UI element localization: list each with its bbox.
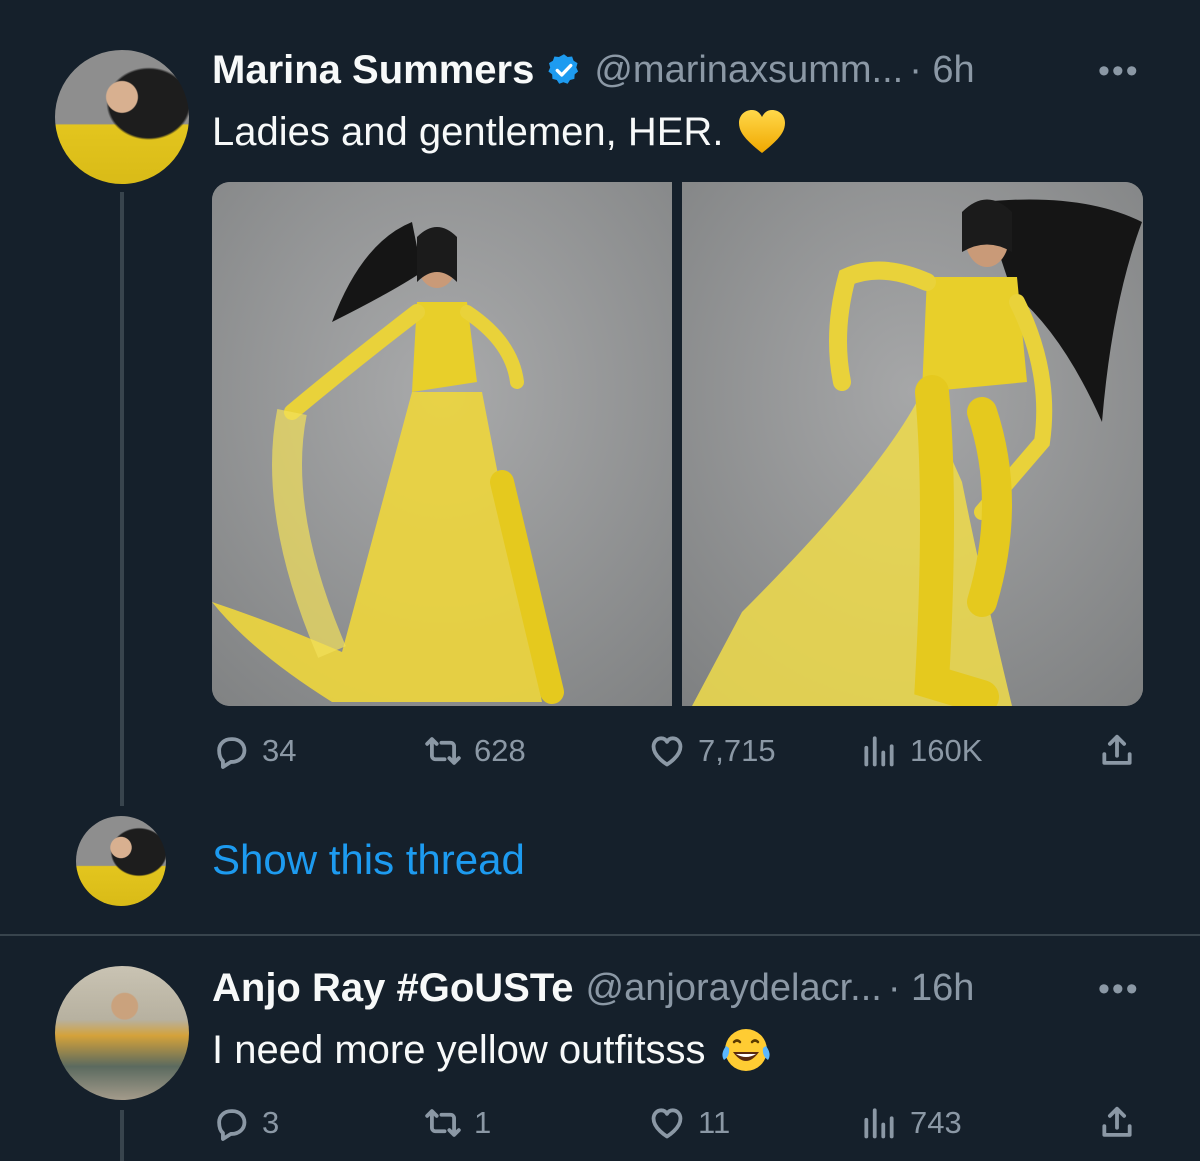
like-icon (651, 1108, 683, 1139)
share-button[interactable] (1098, 732, 1136, 770)
more-options-icon[interactable]: ••• (1098, 970, 1140, 1009)
author-handle[interactable]: @anjoraydelacr... (586, 967, 882, 1010)
tweet-time[interactable]: · 16h (888, 967, 975, 1010)
media-grid (212, 182, 1143, 706)
more-options-icon[interactable]: ••• (1098, 52, 1140, 91)
reply-count: 34 (262, 733, 297, 768)
reply-count: 3 (262, 1105, 280, 1140)
retweet-count: 1 (474, 1105, 492, 1140)
yellow-heart-icon (739, 110, 786, 153)
like-button[interactable]: 7,715 (648, 732, 776, 770)
share-icon (1102, 734, 1132, 765)
photo-2-image (682, 182, 1143, 706)
tweet-text-content: I need more yellow outfitsss (212, 1027, 706, 1072)
author-name[interactable]: Marina Summers (212, 48, 534, 93)
views-icon (864, 1108, 894, 1139)
tweet-header: Anjo Ray #GoUSTe @anjoraydelacr... · 16h (212, 962, 974, 1014)
author-name[interactable]: Anjo Ray #GoUSTe (212, 966, 574, 1011)
tweet-header: Marina Summers @marinaxsumm... · 6h (212, 44, 975, 96)
reply-icon (217, 1109, 247, 1141)
like-button[interactable]: 11 (648, 1104, 730, 1142)
retweet-icon (425, 737, 461, 765)
author-handle[interactable]: @marinaxsumm... (594, 49, 903, 92)
avatar[interactable] (55, 966, 189, 1100)
photo-1-image (212, 182, 672, 706)
reply-button[interactable]: 34 (212, 732, 296, 770)
thread-connector-line (120, 192, 124, 806)
tweet-time[interactable]: · 6h (909, 49, 974, 92)
views-count: 743 (910, 1105, 962, 1140)
thread-avatar[interactable] (76, 816, 166, 906)
retweet-count: 628 (474, 733, 526, 768)
like-count: 7,715 (698, 733, 776, 768)
tweet-text: Ladies and gentlemen, HER. (212, 104, 787, 160)
laughing-tears-icon (721, 1029, 770, 1071)
views-icon (864, 736, 894, 767)
reply-button[interactable]: 3 (212, 1104, 279, 1142)
views-count: 160K (910, 733, 983, 768)
divider (0, 934, 1200, 936)
like-icon (651, 736, 683, 767)
avatar[interactable] (55, 50, 189, 184)
photo-2[interactable] (682, 182, 1143, 706)
thread-connector-line (120, 1110, 124, 1161)
photo-1[interactable] (212, 182, 672, 706)
tweet-text: I need more yellow outfitsss (212, 1022, 772, 1078)
like-count: 11 (698, 1105, 731, 1140)
reply-icon (217, 737, 247, 769)
retweet-button[interactable]: 1 (424, 1104, 491, 1142)
tweet-text-content: Ladies and gentlemen, HER. (212, 109, 724, 154)
verified-badge-icon (548, 54, 579, 84)
show-thread-link[interactable]: Show this thread (212, 836, 525, 884)
retweet-icon (425, 1109, 461, 1137)
retweet-button[interactable]: 628 (424, 732, 526, 770)
share-button[interactable] (1098, 1104, 1136, 1142)
share-icon (1102, 1106, 1132, 1137)
views-button[interactable]: 160K (860, 732, 982, 770)
views-button[interactable]: 743 (860, 1104, 962, 1142)
